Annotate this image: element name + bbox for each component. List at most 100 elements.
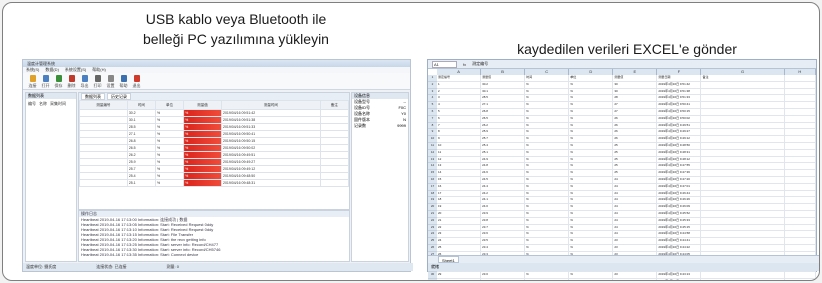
sheet-cell[interactable]: % — [569, 163, 614, 170]
sheet-cell[interactable] — [701, 272, 785, 278]
sheet-cell[interactable]: 2019年4月16日 9:48:31 — [657, 149, 702, 156]
toolbar-button[interactable]: 导出 — [79, 75, 90, 89]
sheet-cell[interactable]: 23.5 — [481, 238, 526, 244]
row-header[interactable]: 19 — [428, 197, 437, 205]
sheet-cell[interactable]: 24 — [613, 231, 658, 238]
sheet-cell[interactable] — [701, 197, 785, 204]
sheet-cell[interactable]: 25 — [437, 244, 482, 251]
sheet-cell[interactable]: 25 — [613, 163, 658, 170]
toolbar-button[interactable]: 退出 — [131, 75, 142, 89]
sheet-cell[interactable]: 24 — [613, 204, 658, 210]
sheet-cell[interactable]: 15 — [437, 176, 482, 183]
sheet-cell[interactable]: % — [569, 244, 614, 251]
sheet-cell[interactable]: 6 — [437, 115, 482, 122]
sheet-cell[interactable]: % — [569, 81, 614, 88]
sheet-cell[interactable]: 25 — [613, 149, 658, 156]
sheet-cell[interactable]: % — [569, 231, 614, 238]
sheet-cell[interactable]: 23.8 — [481, 217, 526, 224]
sheet-cell[interactable] — [785, 190, 817, 197]
sheet-cell[interactable]: % — [569, 102, 614, 108]
sheet-cell[interactable]: 13 — [437, 163, 482, 170]
sheet-cell[interactable]: 28 — [613, 95, 658, 102]
sheet-cell[interactable]: 23 — [613, 272, 658, 278]
sheet-cell[interactable]: 23.4 — [481, 244, 526, 251]
sheet-cell[interactable]: 25.1 — [481, 149, 526, 156]
sheet-cell[interactable]: % — [525, 272, 570, 278]
sheet-cell[interactable]: 24 — [613, 224, 658, 231]
sheet-cell[interactable] — [785, 108, 817, 115]
sheet-cell[interactable]: 2019年4月16日 9:51:38 — [657, 88, 702, 95]
sheet-cell[interactable] — [785, 129, 817, 136]
row-header[interactable]: 9 — [428, 129, 437, 137]
sheet-cell[interactable] — [701, 108, 785, 115]
row-header[interactable]: 12 — [428, 149, 437, 157]
sheet-cell[interactable]: % — [525, 81, 570, 88]
sheet-cell[interactable]: % — [569, 108, 614, 115]
sheet-cell[interactable]: % — [525, 238, 570, 244]
sheet-cell[interactable]: % — [569, 149, 614, 156]
sheet-cell[interactable]: 测量值 — [481, 75, 526, 81]
menu-item[interactable]: 数据(D) — [45, 67, 59, 72]
sheet-cell[interactable]: 27 — [613, 102, 658, 108]
sheet-cell[interactable]: % — [525, 156, 570, 163]
sheet-cell[interactable]: 23.9 — [481, 210, 526, 217]
sheet-cell[interactable]: 22 — [437, 224, 482, 231]
sheet-cell[interactable] — [701, 170, 785, 176]
sheet-cell[interactable] — [785, 272, 817, 278]
sheet-cell[interactable] — [785, 244, 817, 251]
sheet-cell[interactable] — [785, 231, 817, 238]
sheet-cell[interactable]: 2019年4月16日 9:50:02 — [657, 115, 702, 122]
toolbar-button[interactable]: 保存 — [53, 75, 64, 89]
sheet-cell[interactable] — [785, 204, 817, 210]
sheet-cell[interactable] — [785, 115, 817, 122]
sheet-cell[interactable]: % — [525, 88, 570, 95]
sheet-cell[interactable]: 1 — [437, 81, 482, 88]
sheet-cell[interactable]: 17 — [437, 190, 482, 197]
sheet-cell[interactable]: % — [525, 210, 570, 217]
sheet-cell[interactable]: 2019年4月16日 9:49:27 — [657, 129, 702, 136]
sheet-cell[interactable]: 27 — [613, 108, 658, 115]
sheet-cell[interactable]: 测量值 — [613, 75, 658, 81]
sheet-cell[interactable]: 2019年4月16日 9:47:36 — [657, 170, 702, 176]
sheet-cell[interactable]: 2019年4月16日 9:48:12 — [657, 156, 702, 163]
row-header[interactable]: 3 — [428, 88, 437, 96]
sheet-cell[interactable] — [701, 163, 785, 170]
sheet-cell[interactable]: 23.7 — [481, 224, 526, 231]
row-header[interactable]: 14 — [428, 163, 437, 171]
sheet-cell[interactable]: 2019年4月16日 9:51:33 — [657, 95, 702, 102]
row-header[interactable]: 24 — [428, 231, 437, 239]
sheet-cell[interactable]: % — [525, 102, 570, 108]
sheet-cell[interactable]: 25 — [613, 142, 658, 149]
sheet-cell[interactable]: 2019年4月16日 9:46:26 — [657, 197, 702, 204]
row-header[interactable]: 13 — [428, 156, 437, 164]
sheet-cell[interactable]: 27.1 — [481, 102, 526, 108]
sheet-cell[interactable]: 23.0 — [481, 272, 526, 278]
sheet-cell[interactable]: 备注 — [701, 75, 785, 81]
sheet-cell[interactable]: 30 — [613, 88, 658, 95]
sheet-cell[interactable] — [785, 210, 817, 217]
sheet-cell[interactable]: % — [525, 163, 570, 170]
sheet-cell[interactable]: % — [569, 190, 614, 197]
sheet-cell[interactable]: 3 — [437, 95, 482, 102]
sheet-cell[interactable]: % — [569, 156, 614, 163]
sheet-cell[interactable]: 24.8 — [481, 163, 526, 170]
sheet-cell[interactable]: 24.1 — [481, 197, 526, 204]
sheet-cell[interactable] — [701, 176, 785, 183]
sheet-cell[interactable]: % — [569, 129, 614, 136]
sheet-cell[interactable] — [701, 244, 785, 251]
sheet-cell[interactable]: % — [569, 95, 614, 102]
sheet-cell[interactable]: % — [525, 183, 570, 190]
sheet-cell[interactable]: 24 — [613, 190, 658, 197]
sheet-cell[interactable]: 25.7 — [481, 136, 526, 142]
sheet-cell[interactable]: % — [525, 129, 570, 136]
sheet-cell[interactable]: 14 — [437, 170, 482, 176]
sheet-cell[interactable]: 2019年4月16日 9:48:50 — [657, 142, 702, 149]
sheet-cell[interactable]: 26 — [613, 122, 658, 129]
toolbar-button[interactable]: 设置 — [105, 75, 116, 89]
table-row[interactable]: 26.2%% 2019/04/16 09:49:51 — [79, 151, 350, 159]
sheet-cell[interactable]: 25 — [613, 156, 658, 163]
sheet-cell[interactable]: 测量日期 — [657, 75, 702, 81]
sheet-cell[interactable]: % — [525, 95, 570, 102]
sheet-cell[interactable]: 9 — [437, 136, 482, 142]
sheet-cell[interactable]: 24.2 — [481, 190, 526, 197]
